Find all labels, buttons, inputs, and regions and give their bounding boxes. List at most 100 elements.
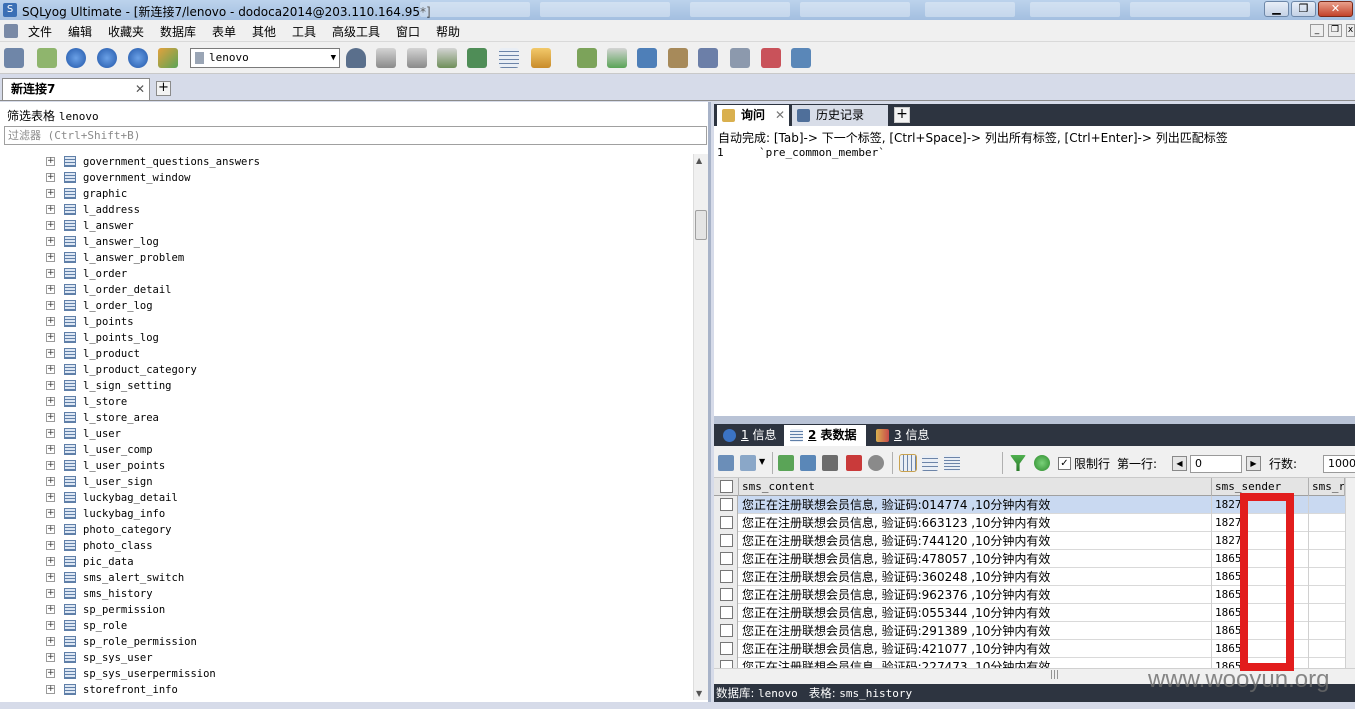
tree-item-table[interactable]: + sp_permission xyxy=(0,602,693,618)
tree-item-table[interactable]: + l_address xyxy=(0,202,693,218)
export-icon[interactable] xyxy=(718,455,734,471)
mdi-close-button[interactable]: x xyxy=(1346,24,1355,37)
tree-item-table[interactable]: + l_points xyxy=(0,314,693,330)
tree-item-table[interactable]: + sms_alert_switch xyxy=(0,570,693,586)
row-checkbox[interactable] xyxy=(720,588,733,601)
notification-icon[interactable] xyxy=(698,48,718,68)
cell-sms-content[interactable]: 您正在注册联想会员信息, 验证码:962376 ,10分钟内有效 xyxy=(739,586,1212,604)
tree-item-table[interactable]: + l_sign_setting xyxy=(0,378,693,394)
expand-icon[interactable]: + xyxy=(46,413,55,422)
menu-file[interactable]: 文件 xyxy=(28,23,52,40)
cell-sms-r[interactable] xyxy=(1309,586,1345,604)
row-selector[interactable] xyxy=(714,568,738,586)
expand-icon[interactable]: + xyxy=(46,269,55,278)
tree-item-table[interactable]: + l_product xyxy=(0,346,693,362)
limit-rows-checkbox[interactable]: ✓ xyxy=(1058,457,1071,470)
rows-count-input[interactable]: 1000 xyxy=(1323,455,1355,473)
duplicate-row-icon[interactable] xyxy=(800,455,816,471)
column-header[interactable]: sms_r xyxy=(1309,478,1345,496)
cell-sms-content[interactable]: 您正在注册联想会员信息, 验证码:421077 ,10分钟内有效 xyxy=(739,640,1212,658)
tree-item-table[interactable]: + photo_class xyxy=(0,538,693,554)
maximize-button[interactable]: ❐ xyxy=(1291,1,1316,17)
filter-input[interactable]: 过滤器 (Ctrl+Shift+B) xyxy=(4,126,707,145)
cell-sms-content[interactable]: 您正在注册联想会员信息, 验证码:291389 ,10分钟内有效 xyxy=(739,622,1212,640)
grid-view-icon[interactable] xyxy=(899,454,917,472)
copy-all-icon[interactable] xyxy=(740,455,756,471)
tree-item-table[interactable]: + l_order_log xyxy=(0,298,693,314)
form-view-icon[interactable] xyxy=(922,455,938,471)
user-manager-icon[interactable] xyxy=(346,48,366,68)
expand-icon[interactable]: + xyxy=(46,173,55,182)
cell-sms-content[interactable]: 您正在注册联想会员信息, 验证码:055344 ,10分钟内有效 xyxy=(739,604,1212,622)
row-selector[interactable] xyxy=(714,532,738,550)
cell-sms-r[interactable] xyxy=(1309,604,1345,622)
previous-page-button[interactable]: ◀ xyxy=(1172,456,1187,471)
cell-sms-content[interactable]: 您正在注册联想会员信息, 验证码:478057 ,10分钟内有效 xyxy=(739,550,1212,568)
tree-item-table[interactable]: + graphic xyxy=(0,186,693,202)
text-view-icon[interactable] xyxy=(944,455,960,471)
cell-sms-r[interactable] xyxy=(1309,550,1345,568)
expand-icon[interactable]: + xyxy=(46,605,55,614)
delete-icon[interactable] xyxy=(846,455,862,471)
refresh-icon[interactable] xyxy=(128,48,148,68)
row-selector[interactable] xyxy=(714,550,738,568)
profiler-icon[interactable] xyxy=(761,48,781,68)
tree-item-table[interactable]: + l_answer xyxy=(0,218,693,234)
database-select[interactable]: lenovo ▼ xyxy=(190,48,340,68)
row-selector[interactable] xyxy=(714,640,738,658)
table-data-icon[interactable] xyxy=(499,48,519,68)
expand-icon[interactable]: + xyxy=(46,573,55,582)
tree-item-table[interactable]: + l_answer_log xyxy=(0,234,693,250)
tab-messages[interactable]: 1 信息 xyxy=(717,425,781,446)
expand-icon[interactable]: + xyxy=(46,461,55,470)
expand-icon[interactable]: + xyxy=(46,557,55,566)
add-query-tab-button[interactable]: + xyxy=(894,107,910,123)
expand-icon[interactable]: + xyxy=(46,669,55,678)
menu-help[interactable]: 帮助 xyxy=(436,23,460,40)
cancel-changes-icon[interactable] xyxy=(868,455,884,471)
chevron-down-icon[interactable]: ▼ xyxy=(759,457,765,466)
tree-item-table[interactable]: + government_questions_answers xyxy=(0,154,693,170)
next-page-button[interactable]: ▶ xyxy=(1246,456,1261,471)
tree-item-table[interactable]: + photo_category xyxy=(0,522,693,538)
tree-scrollbar[interactable]: ▲ ▼ xyxy=(693,154,708,700)
tree-item-table[interactable]: + l_user_sign xyxy=(0,474,693,490)
backup-icon[interactable] xyxy=(437,48,457,68)
minimize-button[interactable]: ▁ xyxy=(1264,1,1289,17)
tree-item-table[interactable]: + l_order xyxy=(0,266,693,282)
expand-icon[interactable]: + xyxy=(46,429,55,438)
first-row-input[interactable]: 0 xyxy=(1190,455,1242,473)
tree-item-table[interactable]: + l_user xyxy=(0,426,693,442)
schema-designer-icon[interactable] xyxy=(531,48,551,68)
insert-row-icon[interactable] xyxy=(778,455,794,471)
tree-item-table[interactable]: + l_product_category xyxy=(0,362,693,378)
new-connection-icon[interactable] xyxy=(4,48,24,68)
grid-vertical-scrollbar[interactable] xyxy=(1345,478,1355,668)
row-selector[interactable] xyxy=(714,658,738,668)
visual-diff-icon[interactable] xyxy=(791,48,811,68)
tree-item-table[interactable]: + sp_sys_userpermission xyxy=(0,666,693,682)
scroll-up-icon[interactable]: ▲ xyxy=(696,156,702,165)
scrollbar-thumb[interactable] xyxy=(695,210,707,240)
row-selector[interactable] xyxy=(714,514,738,532)
expand-icon[interactable]: + xyxy=(46,637,55,646)
tree-item-table[interactable]: + l_user_points xyxy=(0,458,693,474)
create-table-icon[interactable] xyxy=(407,48,427,68)
tree-item-table[interactable]: + luckybag_detail xyxy=(0,490,693,506)
cell-sms-content[interactable]: 您正在注册联想会员信息, 验证码:744120 ,10分钟内有效 xyxy=(739,532,1212,550)
schema-sync-icon[interactable] xyxy=(158,48,178,68)
row-selector[interactable] xyxy=(714,496,738,514)
column-header[interactable]: sms_content xyxy=(739,478,1212,496)
expand-icon[interactable]: + xyxy=(46,301,55,310)
filter-icon[interactable] xyxy=(1010,455,1026,471)
tree-item-table[interactable]: + sp_role_permission xyxy=(0,634,693,650)
pane-splitter[interactable] xyxy=(714,416,1355,424)
row-checkbox[interactable] xyxy=(720,624,733,637)
import-icon[interactable] xyxy=(467,48,487,68)
row-checkbox[interactable] xyxy=(720,552,733,565)
schema-compare-icon[interactable] xyxy=(730,48,750,68)
scroll-down-icon[interactable]: ▼ xyxy=(696,689,702,698)
tree-item-table[interactable]: + l_user_comp xyxy=(0,442,693,458)
create-database-icon[interactable] xyxy=(376,48,396,68)
expand-icon[interactable]: + xyxy=(46,237,55,246)
